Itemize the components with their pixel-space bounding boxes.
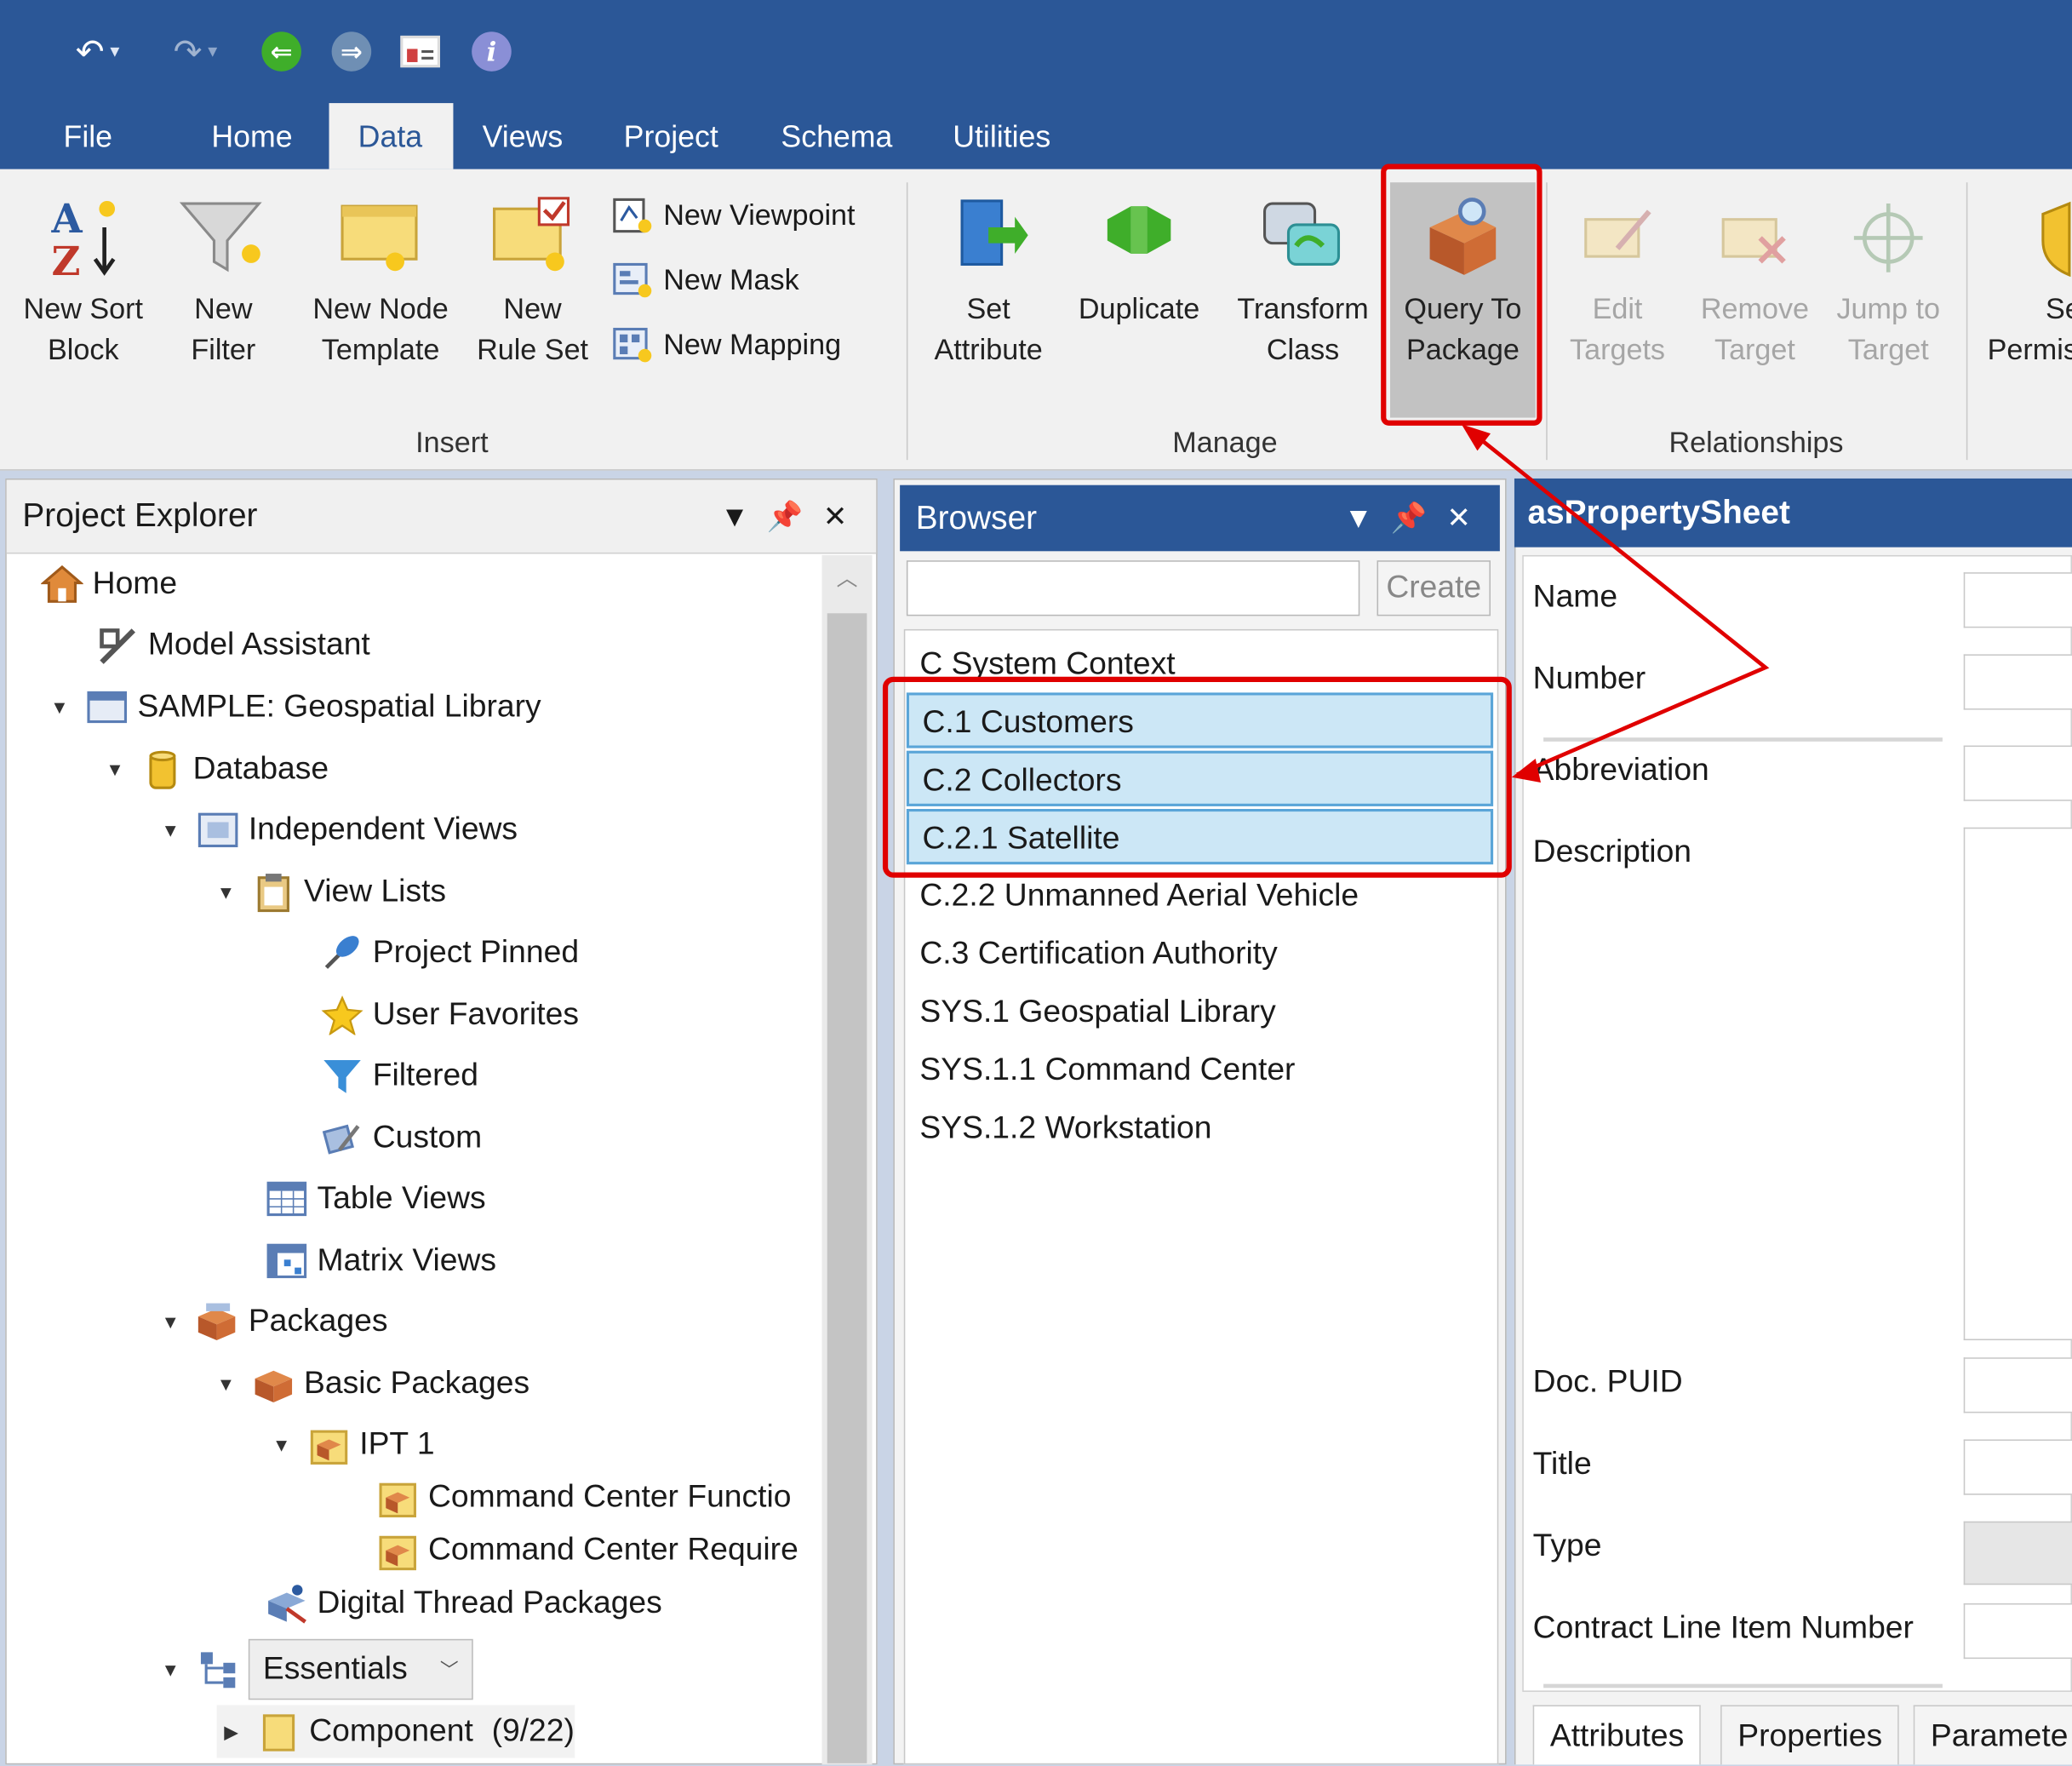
arrowhead-left-icon	[1511, 759, 1541, 783]
annotation-arrows	[1461, 424, 1770, 783]
arrowhead-up-icon	[1461, 424, 1491, 451]
